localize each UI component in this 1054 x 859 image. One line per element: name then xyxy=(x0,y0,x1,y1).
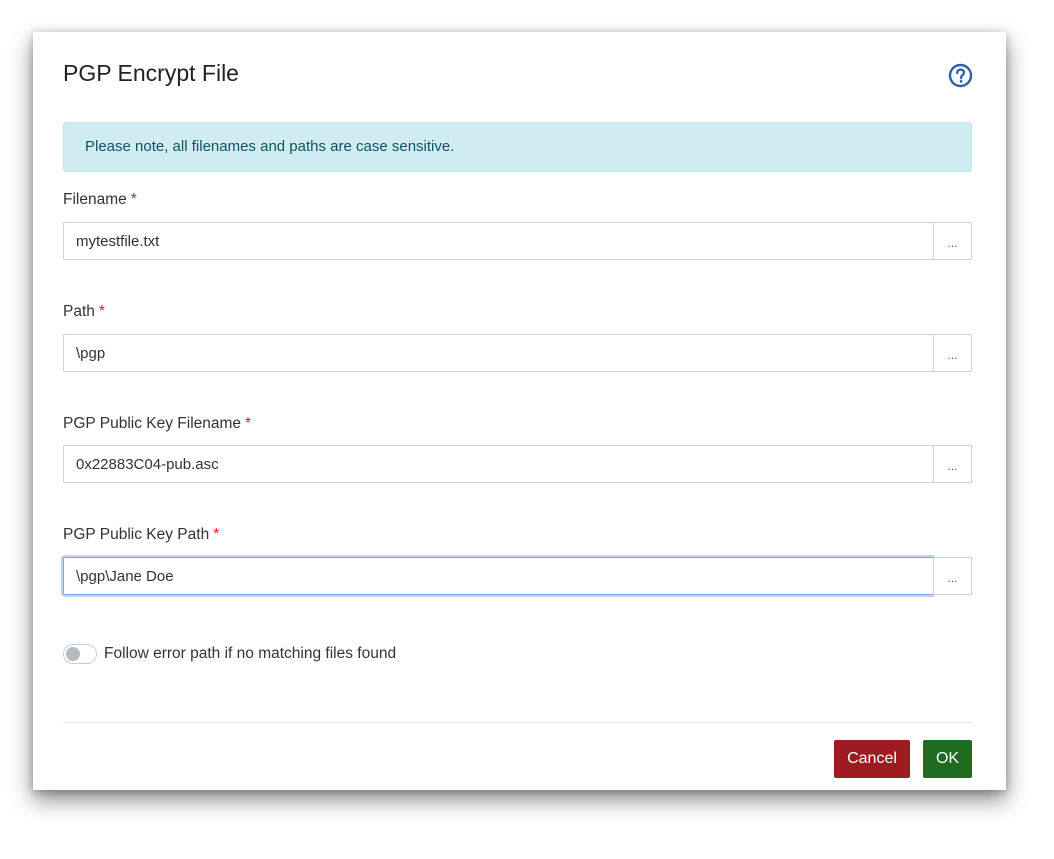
public-key-path-browse-button[interactable]: ... xyxy=(933,557,972,595)
follow-error-path-toggle[interactable] xyxy=(63,644,97,664)
path-browse-button[interactable]: ... xyxy=(933,334,972,372)
path-label: Path * xyxy=(63,303,105,321)
filename-input[interactable] xyxy=(63,222,934,260)
required-asterisk: * xyxy=(245,415,252,432)
required-asterisk: * xyxy=(130,191,137,208)
footer-divider xyxy=(63,722,972,723)
case-sensitivity-notice: Please note, all filenames and paths are… xyxy=(63,122,972,172)
filename-label-text: Filename xyxy=(63,191,127,208)
public-key-filename-label: PGP Public Key Filename * xyxy=(63,415,251,433)
required-asterisk: * xyxy=(98,303,105,320)
filename-browse-button[interactable]: ... xyxy=(933,222,972,260)
public-key-path-label-text: PGP Public Key Path xyxy=(63,526,210,543)
ok-button[interactable]: OK xyxy=(923,740,972,778)
public-key-filename-input[interactable] xyxy=(63,445,934,483)
public-key-path-input[interactable] xyxy=(63,557,934,595)
cancel-button[interactable]: Cancel xyxy=(834,740,910,778)
toggle-knob xyxy=(66,647,80,661)
public-key-filename-label-text: PGP Public Key Filename xyxy=(63,415,242,432)
filename-label: Filename * xyxy=(63,191,137,209)
path-input[interactable] xyxy=(63,334,934,372)
pgp-encrypt-dialog: PGP Encrypt File Please note, all filena… xyxy=(33,32,1006,790)
public-key-filename-browse-button[interactable]: ... xyxy=(933,445,972,483)
public-key-path-label: PGP Public Key Path * xyxy=(63,526,219,544)
path-label-text: Path xyxy=(63,303,95,320)
follow-error-path-row: Follow error path if no matching files f… xyxy=(63,643,396,665)
help-circle-icon[interactable] xyxy=(948,63,973,88)
follow-error-path-label: Follow error path if no matching files f… xyxy=(104,645,397,662)
required-asterisk: * xyxy=(213,526,220,543)
dialog-title: PGP Encrypt File xyxy=(63,60,239,86)
